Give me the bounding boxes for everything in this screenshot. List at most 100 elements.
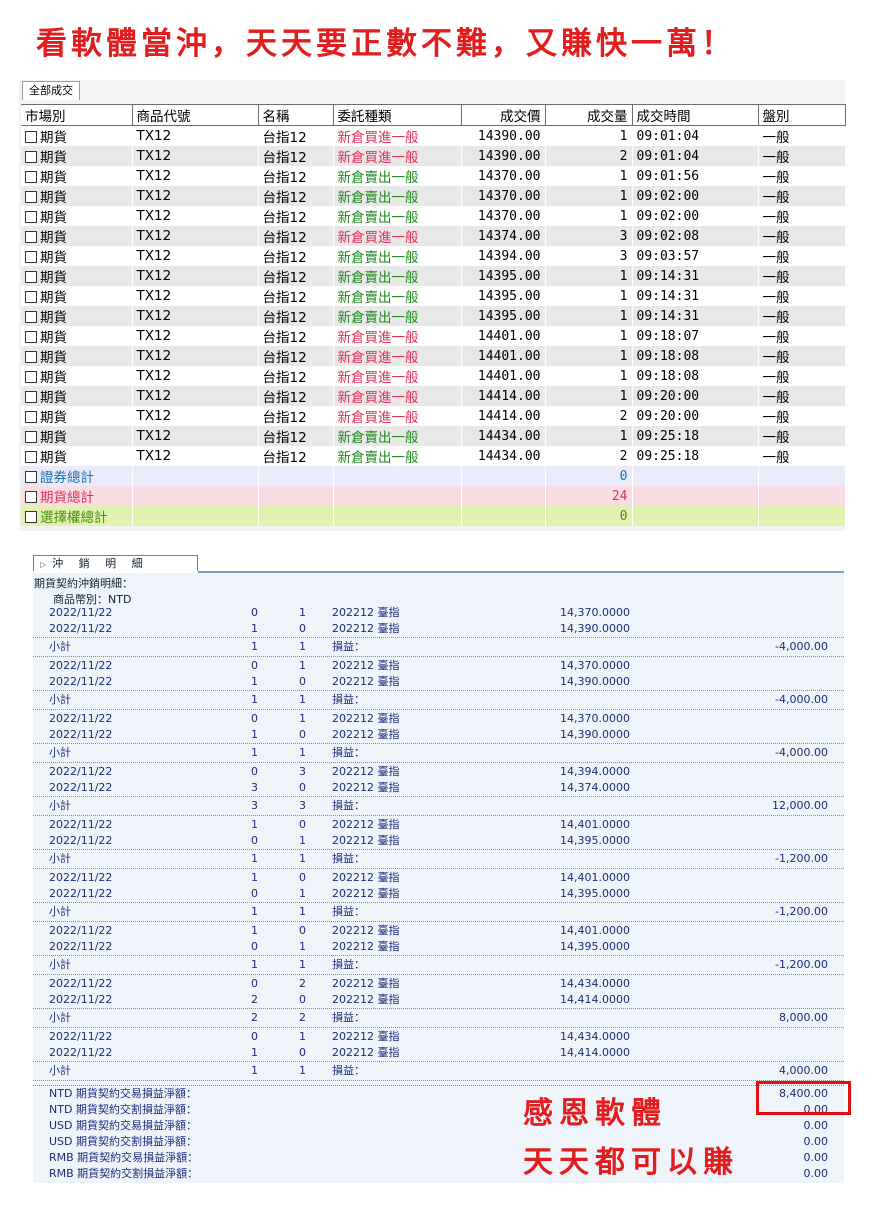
row-checkbox[interactable]: [25, 331, 37, 343]
detail-row: 2022/11/22 2 0 202212 臺指 14,414.0000: [33, 992, 844, 1008]
cell-price: 14370.00: [461, 166, 546, 186]
col-header-price[interactable]: 成交價: [461, 104, 546, 126]
detail-row: 2022/11/22 1 0 202212 臺指 14,401.0000: [33, 870, 844, 886]
table-row[interactable]: 期貨 TX12 台指12 新倉賣出一般 14395.00 1 09:14:31 一般: [21, 286, 846, 306]
col-header-time[interactable]: 成交時間: [632, 104, 759, 126]
summary-row[interactable]: 期貨總計 24: [21, 486, 846, 506]
col-header-code[interactable]: 商品代號: [132, 104, 259, 126]
table-row[interactable]: 期貨 TX12 台指12 新倉賣出一般 14434.00 1 09:25:18 一般: [21, 426, 846, 446]
col-header-name[interactable]: 名稱: [258, 104, 334, 126]
row-checkbox[interactable]: [25, 511, 37, 523]
row-checkbox[interactable]: [25, 371, 37, 383]
row-checkbox[interactable]: [25, 491, 37, 503]
summary-row[interactable]: 證券總計 0: [21, 466, 846, 486]
table-row[interactable]: 期貨 TX12 台指12 新倉賣出一般 14434.00 2 09:25:18 一般: [21, 446, 846, 466]
cell-code: TX12: [132, 206, 259, 226]
detail-contract: 202212 臺指: [332, 765, 400, 778]
cell-market: 期貨: [21, 306, 133, 326]
row-checkbox[interactable]: [25, 411, 37, 423]
col-header-market[interactable]: 市場別: [21, 104, 133, 126]
cell-time: 09:02:00: [632, 186, 759, 206]
cell-name: 台指12: [258, 366, 334, 386]
cell-qty: 1: [545, 266, 633, 286]
cell-price-text: 14394.00: [477, 248, 541, 264]
detail-contract: 202212 臺指: [332, 659, 400, 672]
total-row: NTD 期貨契約交割損益淨額： 0.00: [33, 1102, 844, 1118]
detail-date: 2022/11/22: [49, 675, 113, 688]
cell-code: TX12: [132, 406, 259, 426]
table-row[interactable]: 期貨 TX12 台指12 新倉買進一般 14414.00 1 09:20:00 一般: [21, 386, 846, 406]
summary-qty: 24: [545, 486, 633, 506]
tab-offset-detail[interactable]: ▷ 沖 銷 明 細: [33, 555, 198, 571]
summary-row[interactable]: 選擇權總計 0: [21, 506, 846, 526]
cell-market-text: 期貨: [40, 330, 67, 346]
summary-label: 期貨總計: [21, 486, 133, 506]
table-row[interactable]: 期貨 TX12 台指12 新倉賣出一般 14370.00 1 09:02:00 一般: [21, 206, 846, 226]
row-checkbox[interactable]: [25, 351, 37, 363]
cell-name: 台指12: [258, 186, 334, 206]
cell-code-text: TX12: [136, 188, 172, 204]
row-checkbox[interactable]: [25, 451, 37, 463]
table-row[interactable]: 期貨 TX12 台指12 新倉賣出一般 14370.00 1 09:02:00 一般: [21, 186, 846, 206]
cell-time-text: 09:25:18: [636, 448, 700, 464]
cell-price-text: 14370.00: [477, 168, 541, 184]
cell-qty: 1: [545, 306, 633, 326]
tab-all-trades[interactable]: 全部成交: [22, 81, 80, 100]
detail-row: 2022/11/22 0 1 202212 臺指 14,370.0000: [33, 605, 844, 621]
table-row[interactable]: 期貨 TX12 台指12 新倉買進一般 14401.00 1 09:18:08 一般: [21, 346, 846, 366]
summary-empty: [632, 506, 759, 526]
table-row[interactable]: 期貨 TX12 台指12 新倉賣出一般 14394.00 3 09:03:57 一般: [21, 246, 846, 266]
detail-qty-b: 0: [299, 781, 306, 794]
table-row[interactable]: 期貨 TX12 台指12 新倉買進一般 14401.00 1 09:18:07 一般: [21, 326, 846, 346]
cell-session-text: 一般: [762, 310, 790, 326]
table-row[interactable]: 期貨 TX12 台指12 新倉買進一般 14414.00 2 09:20:00 一般: [21, 406, 846, 426]
detail-contract: 202212 臺指: [332, 871, 400, 884]
table-row[interactable]: 期貨 TX12 台指12 新倉買進一般 14390.00 1 09:01:04 一般: [21, 125, 846, 146]
cell-time-text: 09:18:07: [636, 328, 700, 344]
detail-row: 2022/11/22 0 2 202212 臺指 14,434.0000: [33, 976, 844, 992]
subtotal-qty-b: 1: [299, 640, 306, 653]
cell-qty-text: 1: [619, 348, 628, 364]
cell-session-text: 一般: [762, 450, 790, 466]
row-checkbox[interactable]: [25, 171, 37, 183]
detail-date: 2022/11/22: [49, 622, 113, 635]
row-checkbox[interactable]: [25, 311, 37, 323]
cell-order-type-text: 新倉賣出一般: [337, 430, 419, 446]
row-checkbox[interactable]: [25, 391, 37, 403]
row-checkbox[interactable]: [25, 211, 37, 223]
cell-market: 期貨: [21, 125, 133, 146]
cell-market: 期貨: [21, 366, 133, 386]
table-row[interactable]: 期貨 TX12 台指12 新倉賣出一般 14370.00 1 09:01:56 一般: [21, 166, 846, 186]
cell-session-text: 一般: [762, 290, 790, 306]
row-checkbox[interactable]: [25, 131, 37, 143]
row-checkbox[interactable]: [25, 151, 37, 163]
cell-qty-text: 1: [619, 288, 628, 304]
table-row[interactable]: 期貨 TX12 台指12 新倉賣出一般 14395.00 1 09:14:31 一般: [21, 306, 846, 326]
row-checkbox[interactable]: [25, 251, 37, 263]
row-checkbox[interactable]: [25, 431, 37, 443]
row-checkbox[interactable]: [25, 191, 37, 203]
table-row[interactable]: 期貨 TX12 台指12 新倉買進一般 14390.00 2 09:01:04 一般: [21, 146, 846, 166]
table-row[interactable]: 期貨 TX12 台指12 新倉買進一般 14374.00 3 09:02:08 一般: [21, 226, 846, 246]
cell-code-text: TX12: [136, 208, 172, 224]
col-header-order-type[interactable]: 委託種類: [333, 104, 462, 126]
detail-row: 2022/11/22 0 1 202212 臺指 14,395.0000: [33, 939, 844, 955]
cell-order-type: 新倉買進一般: [333, 146, 462, 166]
col-header-qty[interactable]: 成交量: [545, 104, 633, 126]
total-highlight-box: [756, 1081, 851, 1115]
table-row[interactable]: 期貨 TX12 台指12 新倉賣出一般 14395.00 1 09:14:31 一般: [21, 266, 846, 286]
cell-code-text: TX12: [136, 408, 172, 424]
col-header-session[interactable]: 盤別: [758, 104, 846, 126]
detail-qty-b: 1: [299, 834, 306, 847]
cell-qty: 1: [545, 286, 633, 306]
row-checkbox[interactable]: [25, 271, 37, 283]
table-row[interactable]: 期貨 TX12 台指12 新倉買進一般 14401.00 1 09:18:08 一般: [21, 366, 846, 386]
pl-label: 損益：: [332, 1011, 365, 1024]
cell-market-text: 期貨: [40, 410, 67, 426]
row-checkbox[interactable]: [25, 291, 37, 303]
row-checkbox[interactable]: [25, 231, 37, 243]
subtotal-row: 小計 3 3 損益： 12,000.00: [33, 796, 844, 815]
detail-row: 2022/11/22 0 1 202212 臺指 14,370.0000: [33, 658, 844, 674]
cell-time: 09:03:57: [632, 246, 759, 266]
row-checkbox[interactable]: [25, 471, 37, 483]
